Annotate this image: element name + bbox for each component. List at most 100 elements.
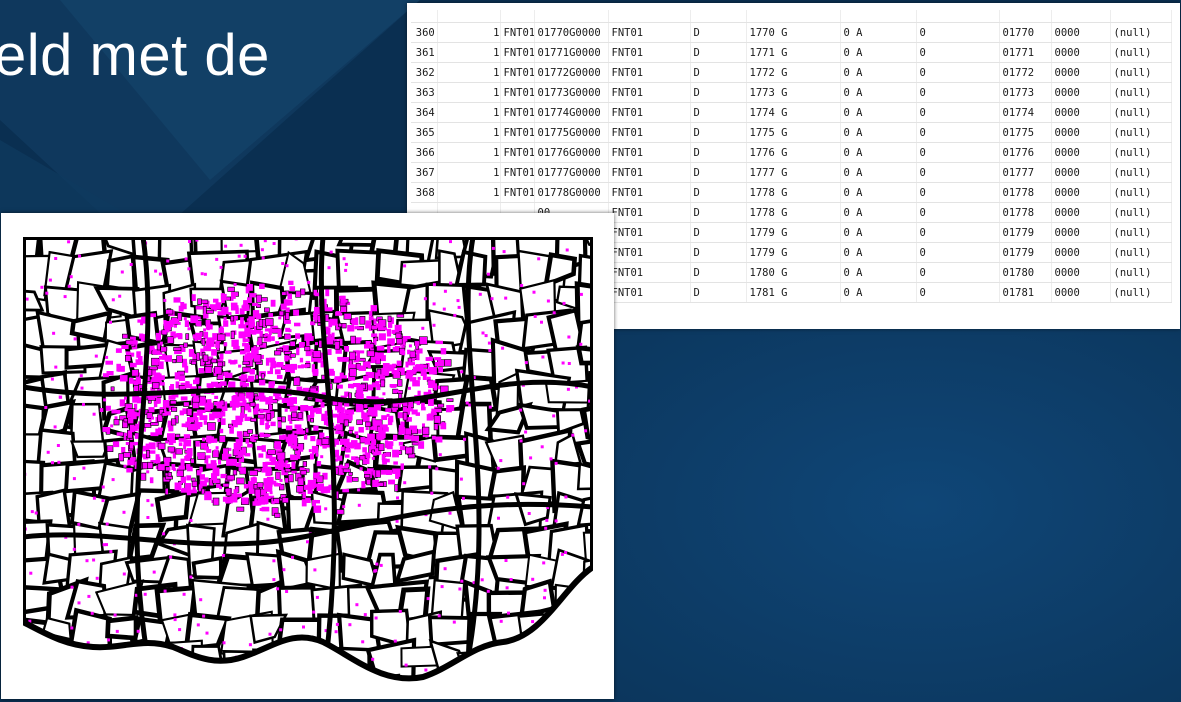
parcel-marker bbox=[234, 674, 238, 678]
parcel-marker bbox=[105, 522, 109, 526]
parcel-marker bbox=[173, 618, 177, 622]
parcel-marker-cluster bbox=[202, 437, 206, 442]
parcel-marker bbox=[173, 613, 177, 617]
parcel-marker-cluster bbox=[291, 461, 296, 469]
parcel-marker-cluster bbox=[269, 381, 275, 386]
parcel-map-screenshot bbox=[1, 213, 614, 699]
parcel-marker bbox=[95, 576, 99, 580]
parcel-marker-cluster bbox=[147, 369, 153, 376]
parcel-marker bbox=[285, 460, 289, 464]
table-cell-c9: 01770 bbox=[999, 22, 1052, 43]
parcel-marker-cluster bbox=[398, 441, 404, 446]
parcel-marker bbox=[382, 392, 386, 396]
parcel-marker-cluster bbox=[349, 368, 357, 377]
parcel-marker bbox=[432, 302, 436, 306]
parcel-marker-cluster bbox=[133, 385, 139, 392]
parcel-marker-cluster bbox=[362, 458, 370, 465]
parcel-marker bbox=[508, 681, 511, 684]
table-cell-c9: 01771 bbox=[999, 42, 1052, 63]
parcel-marker-cluster bbox=[164, 355, 172, 362]
parcel-marker-cluster bbox=[368, 316, 374, 321]
parcel-marker bbox=[291, 434, 295, 438]
parcel-marker-cluster bbox=[125, 355, 132, 362]
parcel bbox=[514, 673, 575, 679]
parcel-marker-cluster bbox=[283, 320, 291, 324]
table-cell-c3: 01772G0000 bbox=[534, 62, 609, 83]
parcel bbox=[126, 672, 177, 679]
parcel-marker bbox=[543, 588, 547, 592]
parcel-marker bbox=[457, 305, 461, 309]
parcel-marker-cluster bbox=[270, 421, 276, 427]
parcel-marker-cluster bbox=[343, 313, 352, 320]
parcel-marker bbox=[491, 246, 495, 250]
table-cell-c5: D bbox=[690, 122, 747, 143]
parcel-marker-cluster bbox=[164, 328, 170, 333]
table-row: 3671FNT01D01777G0000FNT01D1777 G0 A00177… bbox=[411, 162, 1172, 183]
parcel-marker-cluster bbox=[350, 335, 356, 344]
parcel-marker bbox=[315, 595, 319, 599]
table-cell-c1: 1 bbox=[437, 82, 501, 103]
parcel-marker-cluster bbox=[244, 453, 251, 457]
parcel-marker-cluster bbox=[368, 310, 373, 317]
parcel-marker-cluster bbox=[348, 392, 352, 399]
parcel-marker-cluster bbox=[191, 294, 196, 301]
parcel-marker bbox=[272, 578, 276, 582]
parcel-marker-cluster bbox=[116, 432, 124, 436]
parcel-marker bbox=[413, 381, 416, 385]
parcel-marker-cluster bbox=[285, 312, 290, 321]
parcel-marker-cluster bbox=[151, 376, 159, 382]
parcel-marker-cluster bbox=[218, 435, 226, 443]
parcel-marker bbox=[505, 650, 509, 654]
table-cell-c1: 1 bbox=[437, 102, 501, 123]
parcel-marker bbox=[490, 297, 494, 301]
parcel-marker bbox=[163, 298, 167, 302]
table-cell-id: 367 bbox=[411, 162, 438, 183]
parcel-marker-cluster bbox=[215, 302, 221, 310]
parcel bbox=[281, 637, 317, 679]
parcel-marker-cluster bbox=[291, 411, 298, 418]
table-row: 3651FNT01D01775G0000FNT01D1775 G0 A00177… bbox=[411, 122, 1172, 143]
parcel-marker-cluster bbox=[281, 291, 287, 296]
parcel-marker-cluster bbox=[391, 369, 400, 375]
parcel-marker bbox=[386, 413, 390, 417]
parcel-marker bbox=[327, 266, 331, 270]
table-cell-c6: 1781 G bbox=[746, 282, 841, 303]
parcel-marker bbox=[542, 561, 546, 565]
parcel-marker bbox=[50, 377, 54, 381]
parcel-marker bbox=[58, 395, 62, 399]
parcel-marker bbox=[105, 355, 109, 359]
table-row: 3601FNT01D01770G0000FNT01D1770 G0 A00177… bbox=[411, 22, 1172, 43]
parcel-marker-cluster bbox=[411, 441, 419, 446]
parcel-marker bbox=[56, 444, 60, 447]
parcel-marker-cluster bbox=[375, 372, 379, 380]
parcel-marker-cluster bbox=[415, 412, 420, 416]
parcel-marker bbox=[178, 628, 182, 632]
parcel-marker-cluster bbox=[299, 357, 304, 363]
parcel-marker bbox=[113, 613, 117, 617]
parcel-marker-cluster bbox=[422, 373, 427, 380]
parcel-marker bbox=[154, 269, 158, 273]
parcel-marker-cluster bbox=[387, 345, 391, 353]
parcel-marker bbox=[351, 385, 355, 389]
parcel-marker-cluster bbox=[310, 321, 316, 326]
table-cell-c1: 1 bbox=[437, 142, 501, 163]
table-cell-id: 364 bbox=[411, 102, 438, 123]
parcel-marker bbox=[395, 389, 399, 393]
parcel-marker-cluster bbox=[356, 386, 364, 395]
parcel-marker-cluster bbox=[387, 417, 393, 426]
parcel-marker-cluster bbox=[191, 480, 198, 487]
parcel-marker bbox=[279, 628, 283, 632]
parcel-marker-cluster bbox=[206, 309, 214, 314]
parcel-marker bbox=[44, 406, 48, 409]
parcel-marker bbox=[421, 326, 425, 330]
parcel-marker-cluster bbox=[203, 313, 209, 319]
parcel-marker-cluster bbox=[223, 371, 229, 376]
table-cell-c4: FNT01 bbox=[608, 202, 691, 223]
parcel-marker-cluster bbox=[435, 436, 443, 443]
parcel-marker bbox=[203, 272, 207, 276]
parcel-marker-cluster bbox=[252, 310, 260, 318]
parcel-marker bbox=[320, 682, 323, 685]
parcel-marker-cluster bbox=[261, 506, 270, 512]
parcel-marker bbox=[237, 254, 241, 258]
parcel-marker bbox=[135, 359, 139, 363]
